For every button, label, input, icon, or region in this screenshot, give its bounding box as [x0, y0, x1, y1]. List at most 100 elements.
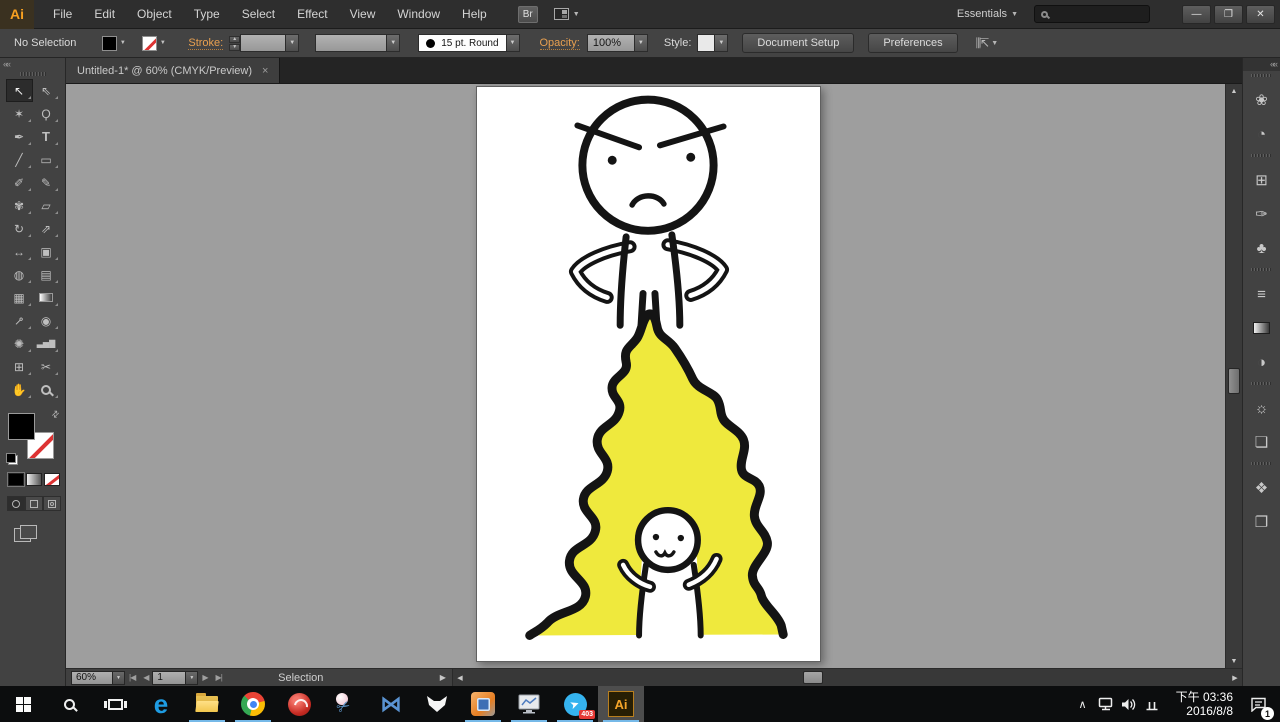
menu-help[interactable]: Help — [451, 0, 498, 29]
foobar2000-app[interactable] — [414, 686, 460, 722]
minimize-button[interactable]: — — [1182, 5, 1211, 24]
brush-dropdown[interactable]: ▼ — [507, 34, 520, 52]
align-options-icon[interactable]: ⫼⇱ — [976, 36, 988, 51]
screenshot-app[interactable]: ✂ — [322, 686, 368, 722]
none-button[interactable] — [44, 473, 60, 486]
chevron-down-icon[interactable]: ▼ — [117, 40, 128, 46]
previous-artboard-icon[interactable]: ◀ — [143, 673, 148, 682]
visual-studio-app[interactable]: ⋈ — [368, 686, 414, 722]
scroll-down-icon[interactable]: ▼ — [1226, 654, 1242, 668]
menu-object[interactable]: Object — [126, 0, 183, 29]
close-tab-icon[interactable]: × — [262, 65, 268, 77]
shape-builder-tool[interactable]: ◍ — [6, 263, 33, 286]
scroll-right-icon[interactable]: ▶ — [1228, 669, 1242, 686]
file-explorer-app[interactable] — [184, 686, 230, 722]
vmware-app[interactable] — [460, 686, 506, 722]
zoom-dropdown[interactable]: ▼ — [113, 671, 125, 685]
workspace-switcher[interactable]: Essentials ▼ — [957, 8, 1018, 20]
transparency-panel[interactable]: ◑ — [1243, 345, 1280, 379]
vertical-scrollbar-thumb[interactable] — [1228, 368, 1240, 394]
hidden-icons-button[interactable]: ∧ — [1071, 698, 1094, 711]
stroke-link[interactable]: Stroke: — [188, 37, 223, 50]
type-tool[interactable]: T — [33, 125, 60, 148]
messenger-app[interactable]: ➤ 403 — [552, 686, 598, 722]
artboard-tool[interactable]: ⊞ — [6, 355, 33, 378]
width-profile-dropdown[interactable]: ▼ — [387, 34, 400, 52]
close-button[interactable]: ✕ — [1246, 5, 1275, 24]
opacity-field[interactable]: 100% — [587, 34, 635, 52]
illustrator-app[interactable]: Ai — [598, 686, 644, 722]
menu-effect[interactable]: Effect — [286, 0, 338, 29]
menu-type[interactable]: Type — [183, 0, 231, 29]
stroke-weight-dropdown[interactable]: ▼ — [286, 34, 299, 52]
gradient-panel[interactable] — [1243, 311, 1280, 345]
width-profile-field[interactable] — [315, 34, 387, 52]
draw-behind-button[interactable] — [25, 496, 43, 511]
toolbox-drag-handle[interactable] — [20, 72, 46, 76]
menu-select[interactable]: Select — [231, 0, 286, 29]
zoom-level-field[interactable]: 60% — [71, 671, 113, 685]
scroll-left-icon[interactable]: ◀ — [453, 669, 467, 686]
chrome-app[interactable] — [230, 686, 276, 722]
performance-monitor-app[interactable] — [506, 686, 552, 722]
menu-view[interactable]: View — [339, 0, 387, 29]
symbol-sprayer-tool[interactable]: ✺ — [6, 332, 33, 355]
mesh-tool[interactable]: ▦ — [6, 286, 33, 309]
opacity-dropdown[interactable]: ▼ — [635, 34, 648, 52]
artboards-panel[interactable]: ❐ — [1243, 505, 1280, 539]
document-setup-button[interactable]: Document Setup — [742, 33, 854, 53]
pencil-tool[interactable]: ✎ — [33, 171, 60, 194]
rotate-tool[interactable]: ↻ — [6, 217, 33, 240]
taskbar-clock[interactable]: 下午 03:36 2016/8/8 — [1163, 690, 1239, 718]
last-artboard-icon[interactable]: ▶| — [216, 673, 222, 682]
task-view-button[interactable] — [92, 686, 138, 722]
status-flyout-icon[interactable]: ▶ — [440, 673, 446, 682]
bridge-button[interactable]: Br — [518, 6, 538, 23]
network-icon[interactable] — [1094, 697, 1117, 711]
brush-definition[interactable]: 15 pt. Round — [418, 34, 506, 52]
style-dropdown[interactable]: ▼ — [715, 34, 728, 52]
symbols-panel[interactable]: ♣ — [1243, 231, 1280, 265]
eyedropper-tool[interactable]: ⊸ — [6, 309, 33, 332]
pen-tool[interactable]: ✒ — [6, 125, 33, 148]
column-graph-tool[interactable]: ▃▅▇ — [33, 332, 60, 355]
zoom-tool[interactable] — [33, 378, 60, 401]
draw-inside-button[interactable] — [43, 496, 61, 511]
gradient-button[interactable] — [26, 473, 42, 486]
chevron-down-icon[interactable]: ▼ — [157, 40, 168, 46]
artboard-number-field[interactable]: 1 — [152, 671, 186, 685]
stroke-color-swatch[interactable] — [142, 36, 157, 51]
color-panel[interactable]: ❀ — [1243, 83, 1280, 117]
menu-edit[interactable]: Edit — [83, 0, 126, 29]
color-guide-panel[interactable]: ◔ — [1243, 117, 1280, 151]
edge-app[interactable]: e — [138, 686, 184, 722]
artboard[interactable] — [476, 86, 821, 662]
slice-tool[interactable]: ✂ — [33, 355, 60, 378]
canvas-area[interactable] — [66, 84, 1225, 668]
default-fill-stroke-icon[interactable] — [6, 453, 18, 465]
magic-wand-tool[interactable]: ✶ — [6, 102, 33, 125]
appearance-panel[interactable]: ☼ — [1243, 391, 1280, 425]
gradient-tool[interactable] — [33, 286, 60, 309]
action-center-button[interactable]: 1 — [1239, 686, 1277, 722]
vertical-scrollbar[interactable]: ▲ ▼ — [1225, 84, 1242, 668]
artboard-dropdown[interactable]: ▼ — [186, 671, 198, 685]
taskbar-search-button[interactable] — [46, 686, 92, 722]
chevron-down-icon[interactable]: ▼ — [991, 40, 998, 47]
app-logo[interactable]: Ai — [0, 0, 34, 29]
menu-file[interactable]: File — [42, 0, 83, 29]
volume-icon[interactable] — [1117, 698, 1140, 711]
stroke-weight-stepper[interactable]: ▲▼ — [229, 36, 240, 51]
scale-tool[interactable]: ⇗ — [33, 217, 60, 240]
horizontal-scrollbar[interactable]: ◀ ▶ — [452, 669, 1242, 686]
selection-tool[interactable]: ↖ — [6, 79, 33, 102]
first-artboard-icon[interactable]: |◀ — [129, 673, 135, 682]
width-tool[interactable]: ↔ — [6, 240, 33, 263]
start-button[interactable] — [0, 686, 46, 722]
rectangle-tool[interactable]: ▭ — [33, 148, 60, 171]
opacity-link[interactable]: Opacity: — [540, 37, 580, 50]
layers-panel[interactable]: ❖ — [1243, 471, 1280, 505]
restore-button[interactable]: ❐ — [1214, 5, 1243, 24]
scroll-up-icon[interactable]: ▲ — [1226, 84, 1242, 98]
perspective-grid-tool[interactable]: ▤ — [33, 263, 60, 286]
